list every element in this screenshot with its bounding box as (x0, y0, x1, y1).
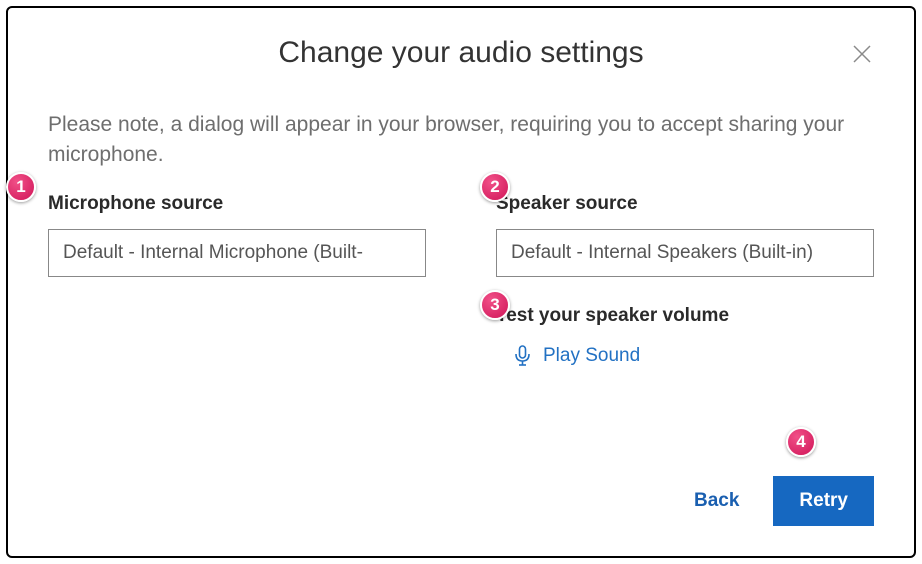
speaker-select[interactable]: Default - Internal Speakers (Built-in) (496, 229, 874, 277)
annotation-badge-3: 3 (480, 290, 510, 320)
modal-footer: Back Retry (684, 476, 874, 526)
play-sound-label: Play Sound (543, 345, 640, 367)
speaker-label: Speaker source (496, 193, 874, 215)
microphone-label: Microphone source (48, 193, 426, 215)
test-volume-label: Test your speaker volume (496, 305, 874, 327)
modal-title: Change your audio settings (48, 36, 874, 70)
retry-button[interactable]: Retry (773, 476, 874, 526)
close-button[interactable] (850, 42, 874, 66)
play-sound-button[interactable]: Play Sound (496, 345, 874, 367)
close-icon (852, 44, 872, 64)
annotation-badge-2: 2 (480, 172, 510, 202)
modal-header: Change your audio settings (48, 36, 874, 70)
microphone-select[interactable]: Default - Internal Microphone (Built- (48, 229, 426, 277)
settings-columns: Microphone source Default - Internal Mic… (48, 193, 874, 367)
annotation-badge-4: 4 (786, 427, 816, 457)
modal-description: Please note, a dialog will appear in you… (48, 110, 874, 171)
speaker-column: Speaker source Default - Internal Speake… (496, 193, 874, 367)
microphone-icon (514, 345, 531, 367)
back-button[interactable]: Back (684, 478, 749, 524)
microphone-column: Microphone source Default - Internal Mic… (48, 193, 426, 367)
audio-settings-modal: Change your audio settings Please note, … (6, 6, 916, 558)
annotation-badge-1: 1 (6, 172, 36, 202)
